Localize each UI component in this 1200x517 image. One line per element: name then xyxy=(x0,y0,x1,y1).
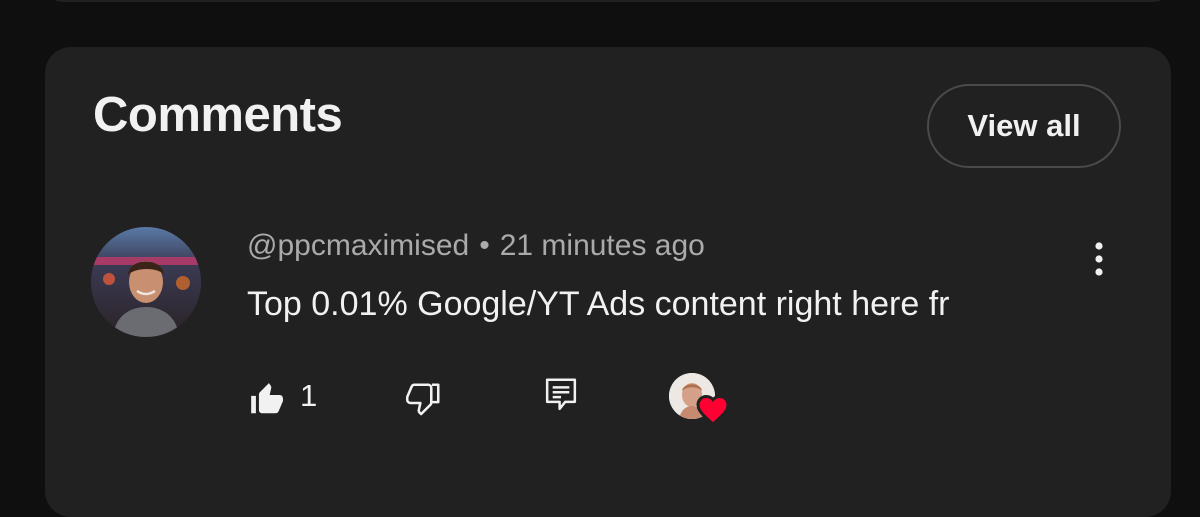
comment-time: 21 minutes ago xyxy=(499,229,705,262)
thumb-down-icon[interactable] xyxy=(403,377,445,421)
avatar[interactable] xyxy=(91,227,201,337)
more-vert-icon[interactable] xyxy=(1085,239,1113,279)
reply-icon[interactable] xyxy=(542,375,580,415)
previous-card xyxy=(46,0,1170,2)
heart-icon xyxy=(695,393,731,427)
like-count: 1 xyxy=(300,378,318,413)
comment-text: Top 0.01% Google/YT Ads content right he… xyxy=(247,285,950,323)
comment-author[interactable]: @ppcmaximised xyxy=(247,229,469,262)
comments-title: Comments xyxy=(93,88,343,142)
comment-meta: @ppcmaximised • 21 minutes ago xyxy=(247,229,705,263)
thumb-up-icon[interactable] xyxy=(245,377,289,421)
creator-heart[interactable] xyxy=(669,373,733,427)
view-all-button[interactable]: View all xyxy=(927,84,1121,168)
comments-card: Comments View all @ppcmaximised • 21 minut… xyxy=(45,47,1171,517)
meta-separator: • xyxy=(479,229,490,262)
